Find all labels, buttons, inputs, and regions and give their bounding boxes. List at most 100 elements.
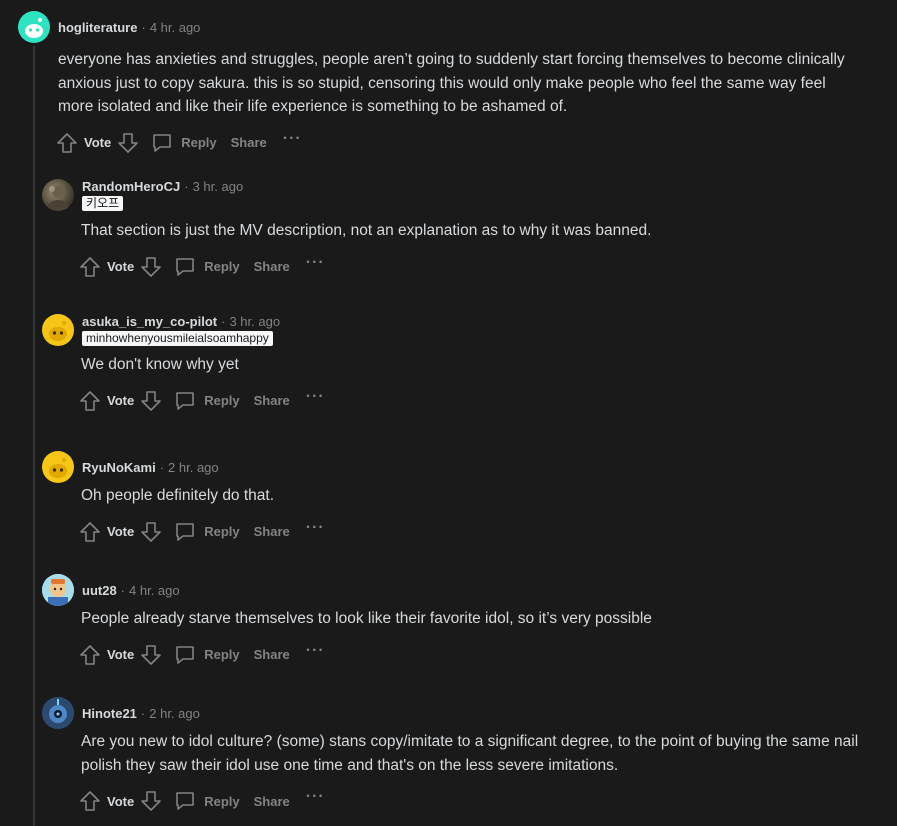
user-flair: minhowhenyousmileialsoamhappy — [82, 330, 273, 346]
vote-count: Vote — [107, 793, 135, 809]
reply-button[interactable]: Reply — [174, 256, 240, 278]
comment-header: uut28 · 4 hr. ago — [42, 574, 882, 606]
comment-body: That section is just the MV description,… — [81, 222, 652, 239]
comment-actions: Vote Reply Share ··· — [79, 387, 882, 415]
separator: · — [120, 582, 126, 598]
share-button[interactable]: Share — [254, 524, 290, 539]
more-options-icon[interactable]: ··· — [306, 642, 325, 660]
reply-label: Reply — [204, 393, 240, 408]
snoo-yellow-icon[interactable] — [42, 314, 74, 346]
downvote-icon[interactable] — [140, 790, 162, 812]
comment-body: Are you new to idol culture? (some) stan… — [81, 733, 859, 774]
robot-avatar-icon[interactable] — [42, 697, 74, 729]
more-options-icon[interactable]: ··· — [306, 519, 325, 537]
downvote-icon[interactable] — [140, 521, 162, 543]
reply-button[interactable]: Reply — [174, 521, 240, 543]
share-button[interactable]: Share — [254, 647, 290, 662]
snoo-yellow-icon[interactable] — [42, 451, 74, 483]
upvote-icon[interactable] — [79, 521, 101, 543]
comment-actions: Vote Reply Share ··· — [56, 129, 878, 157]
username[interactable]: uut28 — [82, 583, 117, 598]
timestamp[interactable]: 3 hr. ago — [229, 314, 280, 329]
vote-count: Vote — [107, 259, 135, 274]
comment: hogliterature · 4 hr. ago everyone has a… — [18, 11, 878, 157]
username[interactable]: asuka_is_my_co-pilot — [82, 314, 217, 329]
username[interactable]: RandomHeroCJ — [82, 179, 180, 194]
separator: · — [140, 705, 146, 721]
username[interactable]: RyuNoKami — [82, 460, 156, 475]
share-button[interactable]: Share — [231, 135, 267, 150]
downvote-icon[interactable] — [140, 390, 162, 412]
comment-thread: hogliterature · 4 hr. ago everyone has a… — [0, 0, 897, 826]
separator: · — [184, 178, 189, 194]
comment-body: We don't know why yet — [81, 356, 239, 373]
vote-count: Vote — [107, 393, 135, 408]
vote-count: Vote — [107, 647, 135, 662]
comment-header: Hinote21 · 2 hr. ago — [42, 697, 882, 729]
comment-bubble-icon — [174, 256, 196, 278]
comment-bubble-icon — [174, 521, 196, 543]
reply-button[interactable]: Reply — [151, 132, 217, 154]
separator: · — [159, 459, 165, 475]
upvote-icon[interactable] — [56, 132, 78, 154]
comment: asuka_is_my_co-pilot · 3 hr. ago minhowh… — [42, 313, 882, 415]
comment-actions: Vote Reply Share ··· — [79, 787, 882, 815]
timestamp[interactable]: 4 hr. ago — [150, 20, 201, 35]
comment-body: Oh people definitely do that. — [81, 487, 275, 504]
comment: uut28 · 4 hr. ago People already starve … — [42, 574, 882, 669]
comment: RyuNoKami · 2 hr. ago Oh people definite… — [42, 451, 882, 546]
reply-button[interactable]: Reply — [174, 644, 240, 666]
share-button[interactable]: Share — [254, 794, 290, 809]
downvote-icon[interactable] — [140, 256, 162, 278]
comment-actions: Vote Reply Share ··· — [79, 641, 882, 669]
comment-header: RyuNoKami · 2 hr. ago — [42, 451, 882, 483]
timestamp[interactable]: 2 hr. ago — [168, 460, 219, 475]
upvote-icon[interactable] — [79, 390, 101, 412]
cartoon-avatar-icon[interactable] — [42, 574, 74, 606]
upvote-icon[interactable] — [79, 644, 101, 666]
comment-body: everyone has anxieties and struggles, pe… — [58, 51, 845, 115]
downvote-icon[interactable] — [117, 132, 139, 154]
reply-label: Reply — [204, 259, 240, 274]
more-options-icon[interactable]: ··· — [306, 788, 325, 806]
more-options-icon[interactable]: ··· — [306, 254, 325, 272]
comment: RandomHeroCJ · 3 hr. ago 키오프 That sectio… — [42, 178, 882, 281]
username[interactable]: hogliterature — [58, 20, 137, 35]
comment-bubble-icon — [174, 644, 196, 666]
comment-header: hogliterature · 4 hr. ago — [18, 11, 878, 43]
comment: Hinote21 · 2 hr. ago Are you new to idol… — [42, 697, 882, 815]
comment-header: asuka_is_my_co-pilot · 3 hr. ago minhowh… — [42, 313, 882, 346]
separator: · — [221, 313, 226, 329]
reply-button[interactable]: Reply — [174, 390, 240, 412]
comment-bubble-icon — [151, 132, 173, 154]
share-button[interactable]: Share — [254, 393, 290, 408]
timestamp[interactable]: 4 hr. ago — [129, 583, 180, 598]
reply-label: Reply — [204, 793, 240, 809]
upvote-icon[interactable] — [79, 256, 101, 278]
separator: · — [141, 19, 146, 35]
snoo-teal-icon[interactable] — [18, 11, 50, 43]
timestamp[interactable]: 3 hr. ago — [193, 179, 244, 194]
downvote-icon[interactable] — [140, 644, 162, 666]
more-options-icon[interactable]: ··· — [283, 130, 302, 148]
vote-count: Vote — [107, 524, 135, 539]
comment-header: RandomHeroCJ · 3 hr. ago 키오프 — [42, 178, 882, 211]
user-flair: 키오프 — [82, 195, 124, 211]
reply-label: Reply — [181, 135, 217, 150]
reply-label: Reply — [204, 647, 240, 662]
comment-bubble-icon — [174, 790, 196, 812]
comment-bubble-icon — [174, 390, 196, 412]
comment-actions: Vote Reply Share ··· — [79, 253, 882, 281]
vote-count: Vote — [84, 135, 112, 150]
comment-actions: Vote Reply Share ··· — [79, 518, 882, 546]
reply-button[interactable]: Reply — [174, 790, 240, 812]
comment-body: People already starve themselves to look… — [81, 610, 652, 627]
reply-label: Reply — [204, 524, 240, 539]
thread-line[interactable] — [33, 46, 35, 826]
upvote-icon[interactable] — [79, 790, 101, 812]
share-button[interactable]: Share — [254, 259, 290, 274]
username[interactable]: Hinote21 — [82, 706, 137, 721]
photo-avatar-icon[interactable] — [42, 179, 74, 211]
timestamp[interactable]: 2 hr. ago — [149, 706, 200, 721]
more-options-icon[interactable]: ··· — [306, 388, 325, 406]
